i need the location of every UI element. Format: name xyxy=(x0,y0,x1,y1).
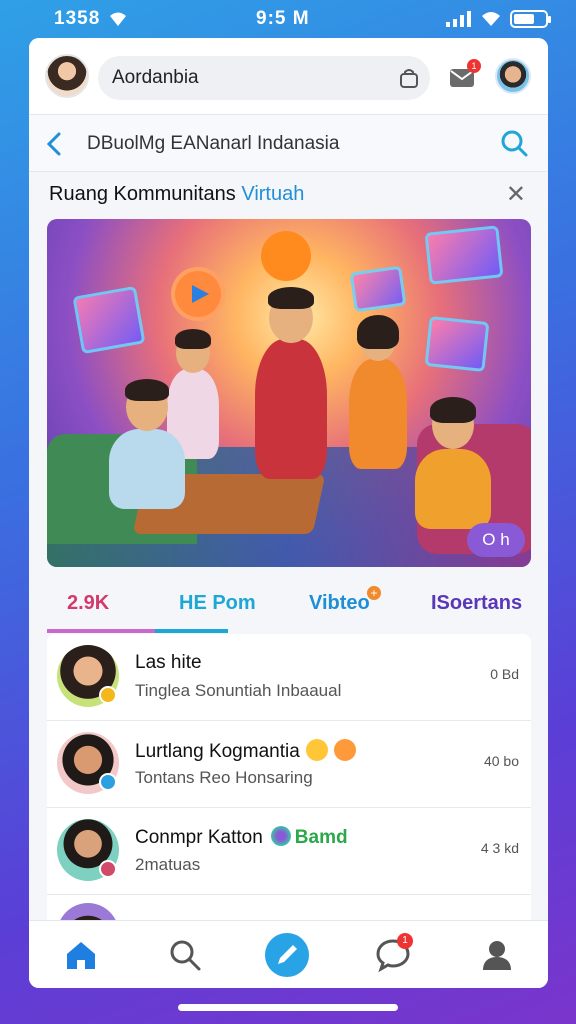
status-badge xyxy=(99,860,117,878)
tab-settings[interactable]: ISoertans xyxy=(431,592,522,615)
search-input[interactable]: Aordanbia xyxy=(98,56,430,100)
grin-emoji-icon xyxy=(305,739,328,761)
smile-emoji-icon xyxy=(333,739,356,761)
location-bar: DBuolMg EANanarl Indanasia xyxy=(29,114,548,172)
floating-screen-right-lower xyxy=(424,316,490,372)
search-icon[interactable] xyxy=(167,937,203,973)
search-icon[interactable] xyxy=(500,129,528,157)
list-item-subtitle: Tontans Reo Honsaring xyxy=(135,768,313,787)
home-indicator[interactable] xyxy=(178,1004,398,1011)
bottom-nav: 1 xyxy=(29,920,548,988)
avatar[interactable] xyxy=(45,54,89,98)
list-item-time: 0 Bd xyxy=(490,666,519,682)
signal-icon xyxy=(446,11,471,27)
hero-illustration[interactable]: O h xyxy=(47,219,531,567)
tab-video-add-badge: + xyxy=(367,586,381,600)
person-seated-right xyxy=(415,397,491,529)
status-badge xyxy=(99,773,117,791)
floating-screen-right xyxy=(424,225,504,285)
tab-secondary-indicator xyxy=(155,629,228,633)
profile-icon[interactable] xyxy=(479,937,515,973)
online-count-badge[interactable]: O h xyxy=(467,523,525,557)
search-input-text: Aordanbia xyxy=(112,67,199,88)
list-item[interactable]: Lurtlang Kogmantia Tontans Reo Honsaring… xyxy=(47,721,531,808)
smile-bubble-icon xyxy=(261,231,311,281)
bead-icon xyxy=(270,826,291,846)
mail-badge: 1 xyxy=(467,59,481,73)
status-badge xyxy=(99,686,117,704)
compose-button[interactable] xyxy=(265,933,309,977)
wifi-icon xyxy=(482,12,500,26)
battery-icon xyxy=(510,10,551,28)
status-bar: 1358 9:5 M xyxy=(0,0,576,38)
top-bar: Aordanbia 1 xyxy=(29,38,548,114)
list-item-time: 40 bo xyxy=(483,753,519,769)
status-indicators xyxy=(446,10,551,28)
list-item[interactable]: Conmpr Katton Bamd 2matuas 4 3 kd xyxy=(47,808,531,895)
play-icon xyxy=(192,285,209,303)
list-item-title: Conmpr Katton Bamd xyxy=(135,826,348,848)
list-item-subtitle: 2matuas xyxy=(135,855,201,874)
room-title-accent: Virtuah xyxy=(241,183,305,205)
bag-icon[interactable] xyxy=(400,68,418,88)
list-item-time: 4 3 kd xyxy=(480,840,519,856)
back-arrow-icon[interactable] xyxy=(45,132,63,156)
tab-members[interactable]: 2.9K xyxy=(67,592,109,615)
person-seated-left xyxy=(109,379,185,509)
conversation-list: Las hite Tinglea Sonuntiah Inbaaual 0 Bd… xyxy=(47,634,531,965)
tab-active-indicator xyxy=(47,629,155,633)
friend-avatar[interactable] xyxy=(495,58,531,94)
app-window: Aordanbia 1 DBuolMg EANanarl Indanasia R… xyxy=(29,38,548,988)
person-standing-right xyxy=(349,315,407,469)
wifi-icon xyxy=(110,12,126,26)
status-clock: 9:5 M xyxy=(256,8,310,29)
floating-screen-mid xyxy=(349,265,407,313)
list-item-title: Lurtlang Kogmantia xyxy=(135,739,356,763)
close-icon[interactable]: ✕ xyxy=(506,183,526,207)
list-item-subtitle: Tinglea Sonuntiah Inbaaual xyxy=(135,681,342,700)
chat-badge: 1 xyxy=(397,933,413,949)
tab-video[interactable]: Vibteo xyxy=(309,592,370,615)
status-time: 1358 xyxy=(54,8,101,29)
battery-level xyxy=(514,14,535,24)
home-icon[interactable] xyxy=(63,937,99,973)
person-standing-center xyxy=(255,287,327,479)
room-title: Ruang Kommunitans Virtuah xyxy=(49,183,304,206)
tab-posts[interactable]: HE Pom xyxy=(179,592,256,615)
room-title-main: Ruang Kommunitans xyxy=(49,183,236,205)
list-item[interactable]: Las hite Tinglea Sonuntiah Inbaaual 0 Bd xyxy=(47,634,531,721)
list-item-title: Las hite xyxy=(135,652,202,673)
list-item-tag: Bamd xyxy=(294,827,348,848)
floating-screen-left xyxy=(72,285,146,355)
location-title: DBuolMg EANanarl Indanasia xyxy=(87,133,340,154)
tab-bar: 2.9K HE Pom Vibteo + ISoertans xyxy=(47,586,531,634)
pen-icon xyxy=(278,945,297,964)
